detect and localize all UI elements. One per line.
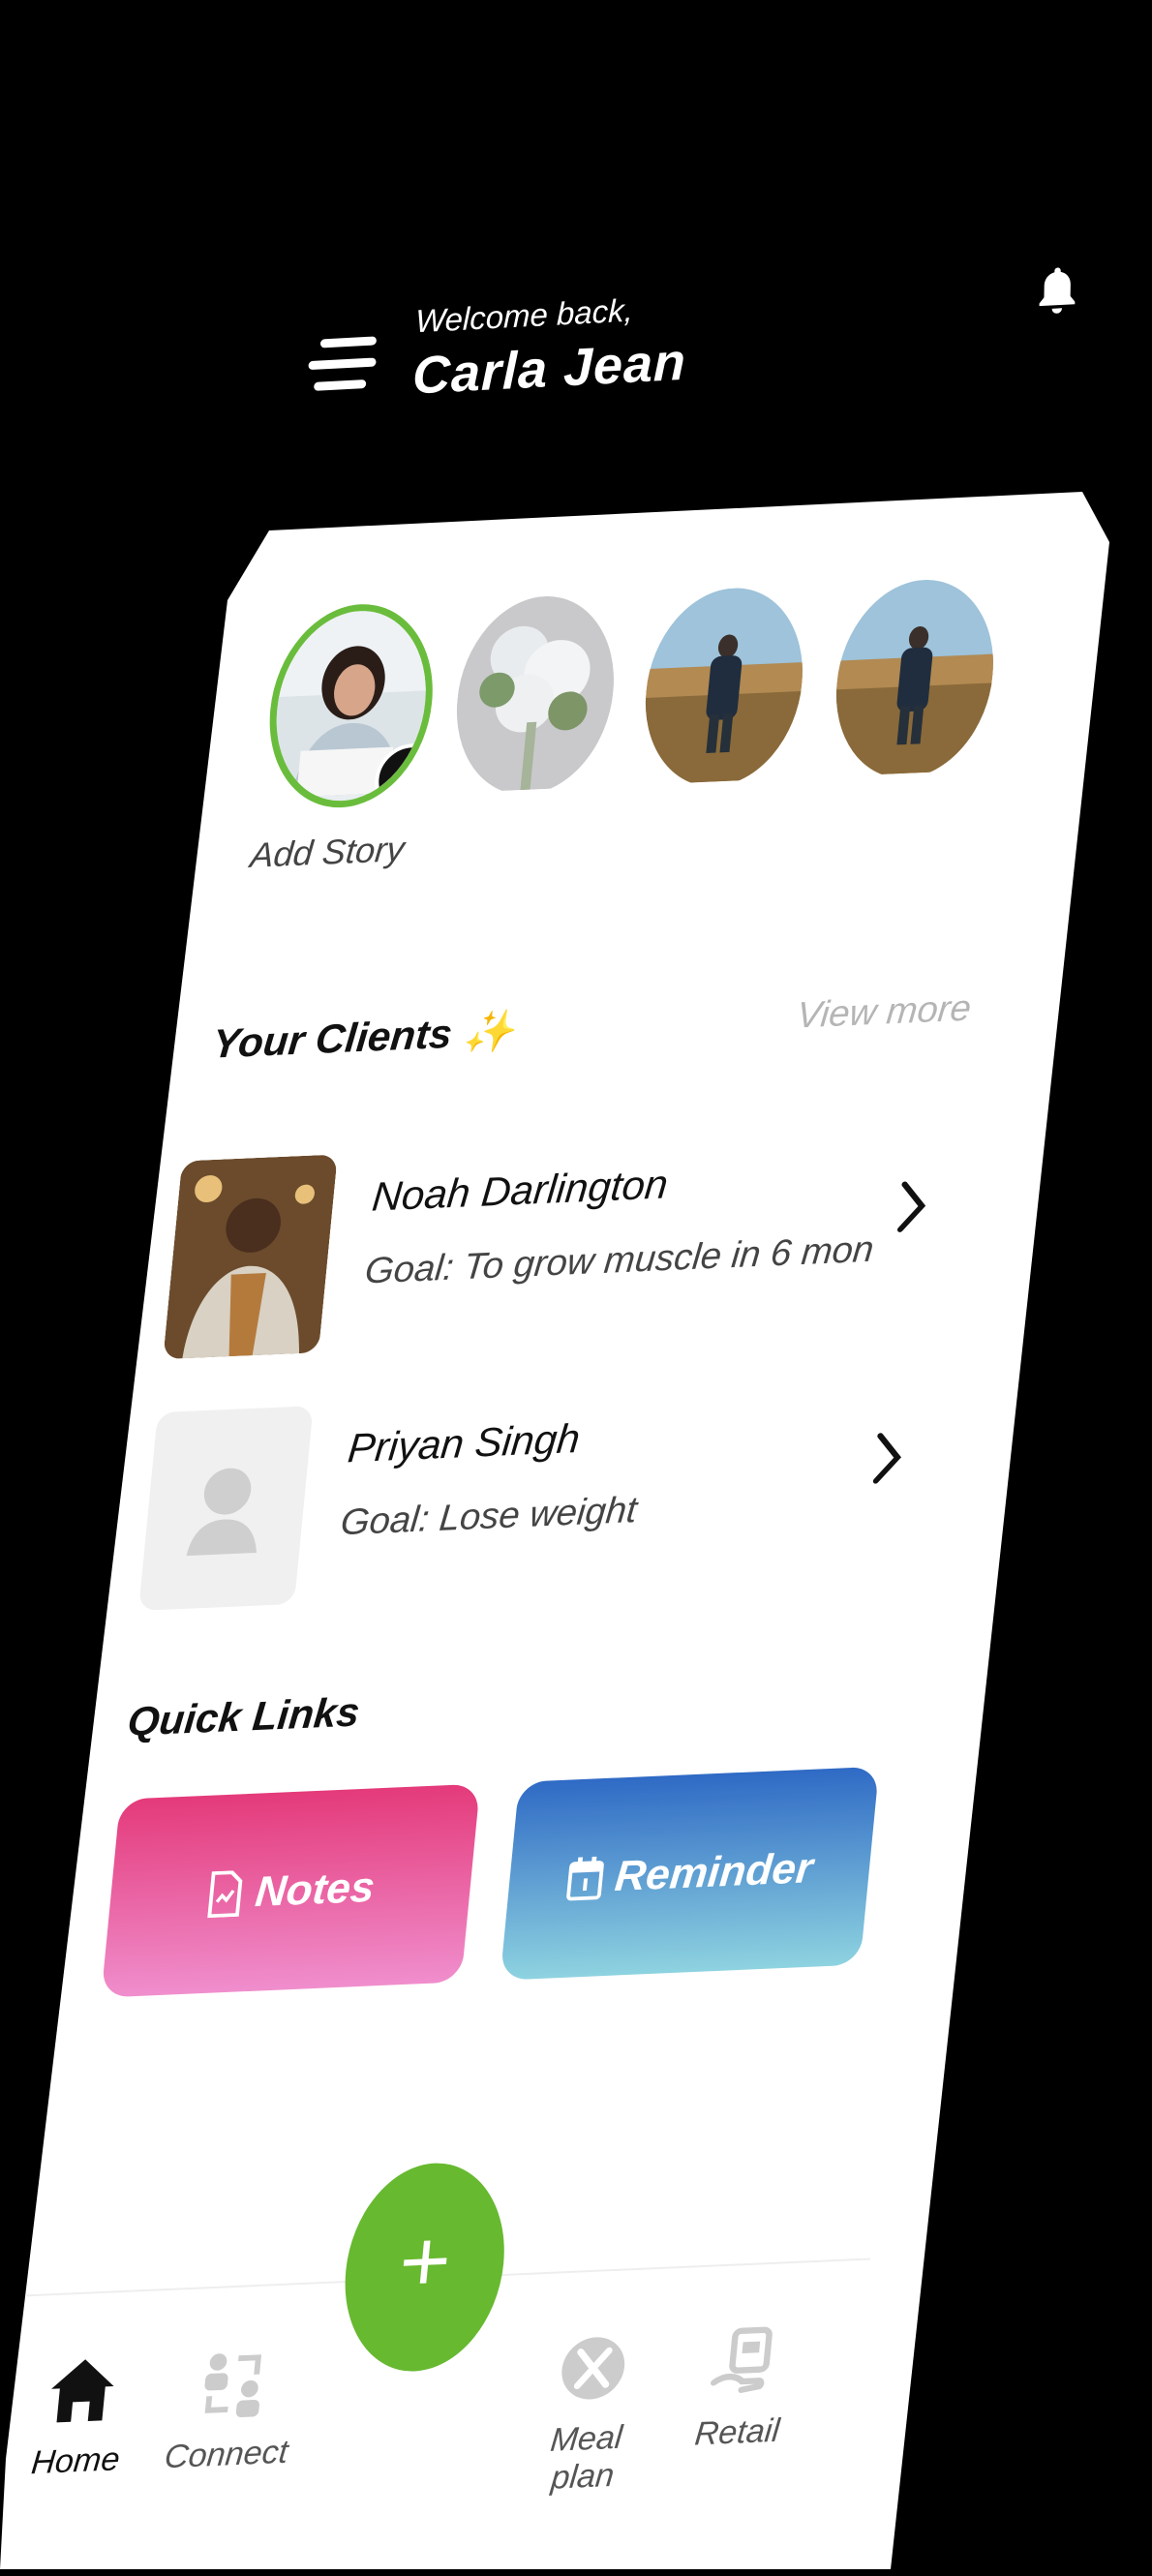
user-name: Carla Jean xyxy=(411,332,687,406)
bottom-nav: Home Connect + Meal plan Retail xyxy=(0,2160,871,2520)
nav-meal-plan[interactable]: Meal plan xyxy=(513,2326,665,2499)
bell-icon[interactable] xyxy=(1034,262,1081,319)
story-avatar-flowers[interactable] xyxy=(448,592,623,799)
client-row[interactable]: Priyan Singh Goal: Lose weight xyxy=(138,1379,936,1616)
nav-home-label: Home xyxy=(29,2440,122,2482)
client-goal: Goal: To grow muscle in 6 mon xyxy=(363,1228,876,1292)
clients-section-title: Your Clients ✨ xyxy=(210,1008,517,1067)
screen: Welcome back, Carla Jean + Add Story You… xyxy=(0,0,1152,2569)
notes-icon xyxy=(207,1869,243,1918)
greeting-text: Welcome back, xyxy=(414,291,634,340)
person-in-field-image xyxy=(828,576,1003,777)
nav-retail[interactable]: Retail xyxy=(667,2320,816,2455)
quick-links-row: Notes Reminder xyxy=(101,1766,898,2003)
nav-home[interactable]: Home xyxy=(6,2349,155,2483)
own-story-avatar[interactable]: + xyxy=(260,600,442,811)
meal-plan-icon xyxy=(561,2337,625,2400)
story-avatar-field-1[interactable] xyxy=(637,585,812,790)
hamburger-menu-icon[interactable] xyxy=(308,334,379,396)
client-photo-placeholder xyxy=(138,1406,314,1611)
user-placeholder-icon xyxy=(186,1468,257,1557)
notes-quick-link[interactable]: Notes xyxy=(101,1783,481,1998)
add-story-label: Add Story xyxy=(248,829,407,875)
nav-retail-label: Retail xyxy=(692,2411,782,2453)
white-flowers-image xyxy=(448,592,623,794)
view-more-link[interactable]: View more xyxy=(795,988,973,1038)
client-row[interactable]: Noah Darlington Goal: To grow muscle in … xyxy=(163,1127,960,1364)
client-goal: Goal: Lose weight xyxy=(338,1490,639,1544)
person-in-field-image xyxy=(637,585,812,785)
chevron-right-icon[interactable] xyxy=(892,1176,932,1236)
nav-connect-label: Connect xyxy=(163,2433,290,2476)
story-avatar-field-2[interactable] xyxy=(828,576,1003,782)
stories-row: + Add Story xyxy=(249,575,1033,875)
chevron-right-icon[interactable] xyxy=(867,1428,908,1488)
nav-meal-plan-label: Meal plan xyxy=(548,2418,624,2497)
retail-icon xyxy=(711,2326,773,2393)
header: Welcome back, Carla Jean xyxy=(288,247,1122,445)
client-name: Priyan Singh xyxy=(346,1415,583,1471)
nav-connect[interactable]: Connect xyxy=(156,2343,305,2477)
client-name: Noah Darlington xyxy=(370,1161,671,1220)
home-content: + Add Story Your Clients ✨ View more Noa… xyxy=(0,507,1050,2569)
add-fab-button[interactable]: + xyxy=(335,2160,514,2375)
notes-label: Notes xyxy=(253,1863,378,1916)
man-portrait-image xyxy=(163,1154,338,1360)
calendar-icon xyxy=(565,1856,604,1900)
reminder-quick-link[interactable]: Reminder xyxy=(500,1766,880,1981)
quick-links-title: Quick Links xyxy=(125,1688,362,1744)
plus-icon: + xyxy=(394,2212,456,2312)
home-icon xyxy=(51,2359,114,2423)
client-photo xyxy=(163,1154,338,1360)
reminder-label: Reminder xyxy=(613,1843,815,1900)
connect-icon xyxy=(204,2353,262,2418)
